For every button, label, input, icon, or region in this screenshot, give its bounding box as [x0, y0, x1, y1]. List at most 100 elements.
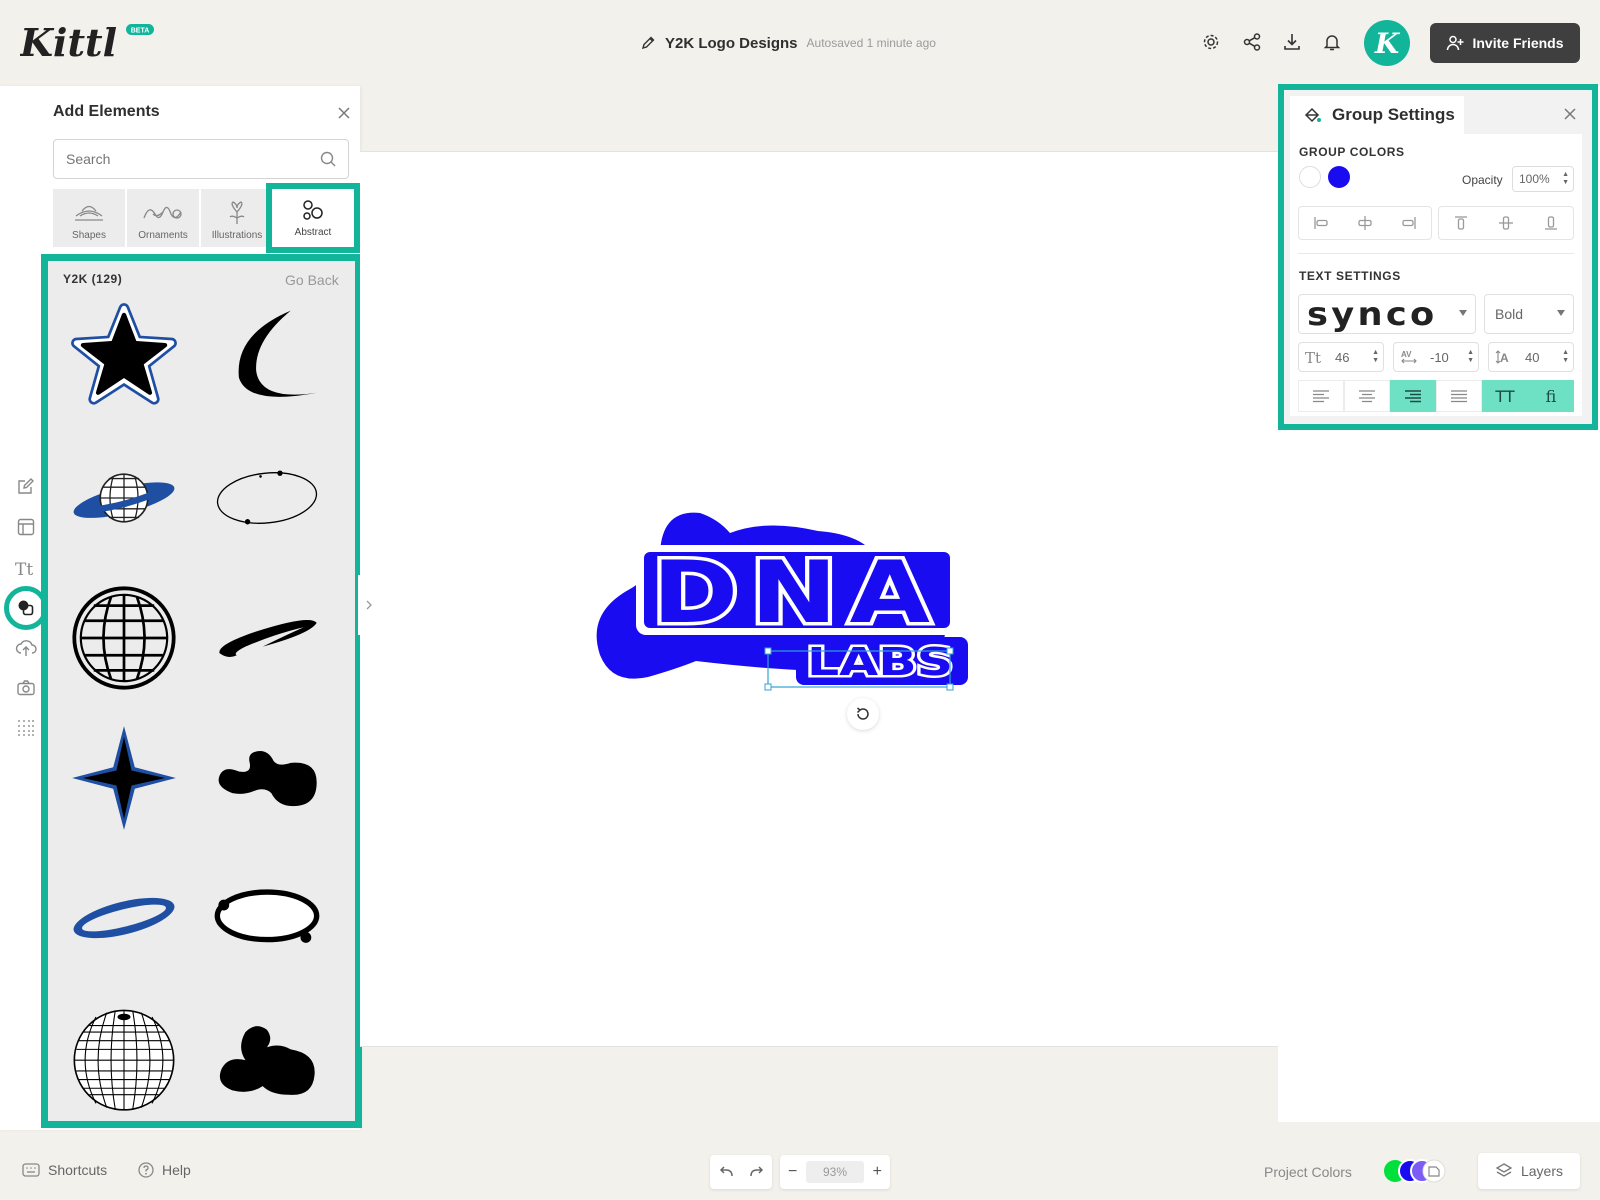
font-weight-select[interactable]: Bold	[1484, 294, 1574, 334]
document-title[interactable]: Y2K Logo Designs	[665, 35, 798, 52]
shortcuts-button[interactable]: Shortcuts	[22, 1162, 107, 1178]
invite-friends-button[interactable]: Invite Friends	[1430, 23, 1580, 63]
pattern-icon[interactable]	[14, 716, 38, 740]
add-user-icon	[1446, 34, 1464, 52]
edit-icon[interactable]	[14, 474, 38, 498]
help-label: Help	[162, 1162, 191, 1178]
opacity-stepper[interactable]: ▲ ▼	[1562, 171, 1569, 187]
line-height-stepper[interactable]: ▲ ▼	[1562, 349, 1569, 365]
align-bottom-icon[interactable]	[1528, 207, 1573, 239]
horizontal-align-group	[1298, 206, 1432, 240]
font-family-select[interactable]: synco	[1298, 294, 1476, 334]
align-right-icon[interactable]	[1387, 207, 1431, 239]
chevron-down-icon	[1557, 310, 1565, 316]
add-color-button[interactable]	[1422, 1159, 1446, 1183]
text-align-left-icon[interactable]	[1298, 380, 1344, 412]
notification-bell-icon[interactable]	[1320, 30, 1344, 54]
collapse-panel-button[interactable]	[358, 575, 380, 635]
category-abstract[interactable]: Abstract	[266, 183, 360, 253]
chevron-right-icon	[366, 600, 372, 610]
logo-main-text[interactable]: DNA	[649, 540, 942, 647]
section-divider	[1298, 253, 1574, 254]
align-middle-vertical-icon[interactable]	[1484, 207, 1529, 239]
letter-spacing-stepper[interactable]: ▲ ▼	[1467, 349, 1474, 365]
line-height-input[interactable]: A 40 ▲ ▼	[1488, 342, 1574, 372]
illustrations-icon	[229, 201, 245, 224]
font-size-stepper[interactable]: ▲ ▼	[1372, 349, 1379, 365]
text-align-center-icon[interactable]	[1344, 380, 1390, 412]
element-orbit-ellipse[interactable]	[212, 443, 322, 553]
element-blue-ring[interactable]	[69, 863, 179, 973]
text-settings-heading: TEXT SETTINGS	[1299, 269, 1401, 283]
align-left-icon[interactable]	[1299, 207, 1343, 239]
document-title-area[interactable]: Y2K Logo Designs Autosaved 1 minute ago	[640, 32, 936, 54]
user-avatar[interactable]: K	[1364, 20, 1410, 66]
text-alignment-toolbar: TT fi	[1298, 380, 1574, 412]
font-size-input[interactable]: Tt 46 ▲ ▼	[1298, 342, 1384, 372]
project-colors-swatches[interactable]	[1382, 1158, 1454, 1184]
redo-icon[interactable]	[749, 1166, 765, 1178]
close-icon[interactable]	[337, 106, 351, 120]
uppercase-toggle[interactable]: TT	[1482, 380, 1528, 412]
category-shapes[interactable]: Shapes	[53, 189, 125, 247]
category-label: Illustrations	[211, 230, 263, 241]
opacity-input[interactable]: 100% ▲ ▼	[1512, 166, 1574, 192]
align-center-horizontal-icon[interactable]	[1343, 207, 1387, 239]
color-swatch-white[interactable]	[1299, 166, 1321, 188]
element-blob-cluster[interactable]	[212, 1003, 322, 1113]
download-icon[interactable]	[1280, 30, 1304, 54]
element-wireframe-globe[interactable]	[69, 583, 179, 693]
line-height-icon: A	[1489, 349, 1519, 365]
ligature-toggle[interactable]: fi	[1528, 380, 1574, 412]
logo-sub-text[interactable]: LABS	[805, 638, 956, 687]
elements-icon[interactable]	[14, 596, 38, 620]
color-swatch-blue[interactable]	[1328, 166, 1350, 188]
vertical-align-group	[1438, 206, 1574, 240]
camera-icon[interactable]	[14, 676, 38, 700]
upload-icon[interactable]	[14, 636, 38, 660]
go-back-link[interactable]: Go Back	[285, 272, 339, 288]
share-icon[interactable]	[1240, 30, 1264, 54]
swoosh-ring-icon	[219, 620, 317, 658]
close-icon[interactable]	[1563, 107, 1577, 121]
element-four-point-star[interactable]	[69, 723, 179, 833]
help-button[interactable]: Help	[138, 1162, 191, 1178]
ligature-label: fi	[1545, 386, 1557, 406]
text-justify-icon[interactable]	[1436, 380, 1482, 412]
element-crescent[interactable]	[212, 301, 322, 411]
search-icon[interactable]	[320, 151, 336, 167]
zoom-in-icon[interactable]: +	[873, 1163, 882, 1181]
orbit-ellipse-icon	[216, 470, 318, 525]
group-settings-tab[interactable]: Group Settings	[1290, 96, 1464, 134]
text-align-right-icon[interactable]	[1390, 380, 1436, 412]
element-blob[interactable]	[212, 723, 322, 833]
element-oval-orbit[interactable]	[212, 863, 322, 973]
element-ringed-planet[interactable]	[69, 443, 179, 553]
letter-spacing-icon: AV	[1394, 349, 1424, 365]
text-tool-icon[interactable]: Tt	[14, 556, 38, 580]
element-swoosh-ring[interactable]	[212, 583, 322, 693]
rotate-handle[interactable]	[847, 698, 879, 730]
line-height-value: 40	[1525, 349, 1540, 365]
kittl-logo[interactable]: Kittl BETA	[20, 20, 160, 64]
category-label: Shapes	[72, 230, 106, 241]
category-illustrations[interactable]: Illustrations	[201, 189, 273, 247]
project-colors-label: Project Colors	[1264, 1164, 1352, 1180]
element-star-outline[interactable]	[69, 301, 179, 411]
templates-icon[interactable]	[14, 515, 38, 539]
zoom-out-icon[interactable]: −	[788, 1163, 797, 1181]
zoom-level[interactable]: 93%	[806, 1161, 864, 1183]
layers-icon	[1495, 1163, 1513, 1177]
beta-badge: BETA	[131, 28, 150, 35]
logo-artwork[interactable]: DNA LABS	[590, 505, 980, 705]
search-input[interactable]	[66, 140, 306, 178]
category-ornaments[interactable]: Ornaments	[127, 189, 199, 247]
settings-gear-icon[interactable]	[1199, 30, 1223, 54]
element-wireframe-sphere[interactable]	[69, 1003, 179, 1113]
blob-cluster-icon	[219, 1026, 315, 1095]
align-top-icon[interactable]	[1439, 207, 1484, 239]
undo-icon[interactable]	[718, 1166, 734, 1178]
search-field[interactable]	[53, 139, 349, 179]
letter-spacing-input[interactable]: AV -10 ▲ ▼	[1393, 342, 1479, 372]
layers-button[interactable]: Layers	[1478, 1153, 1580, 1189]
